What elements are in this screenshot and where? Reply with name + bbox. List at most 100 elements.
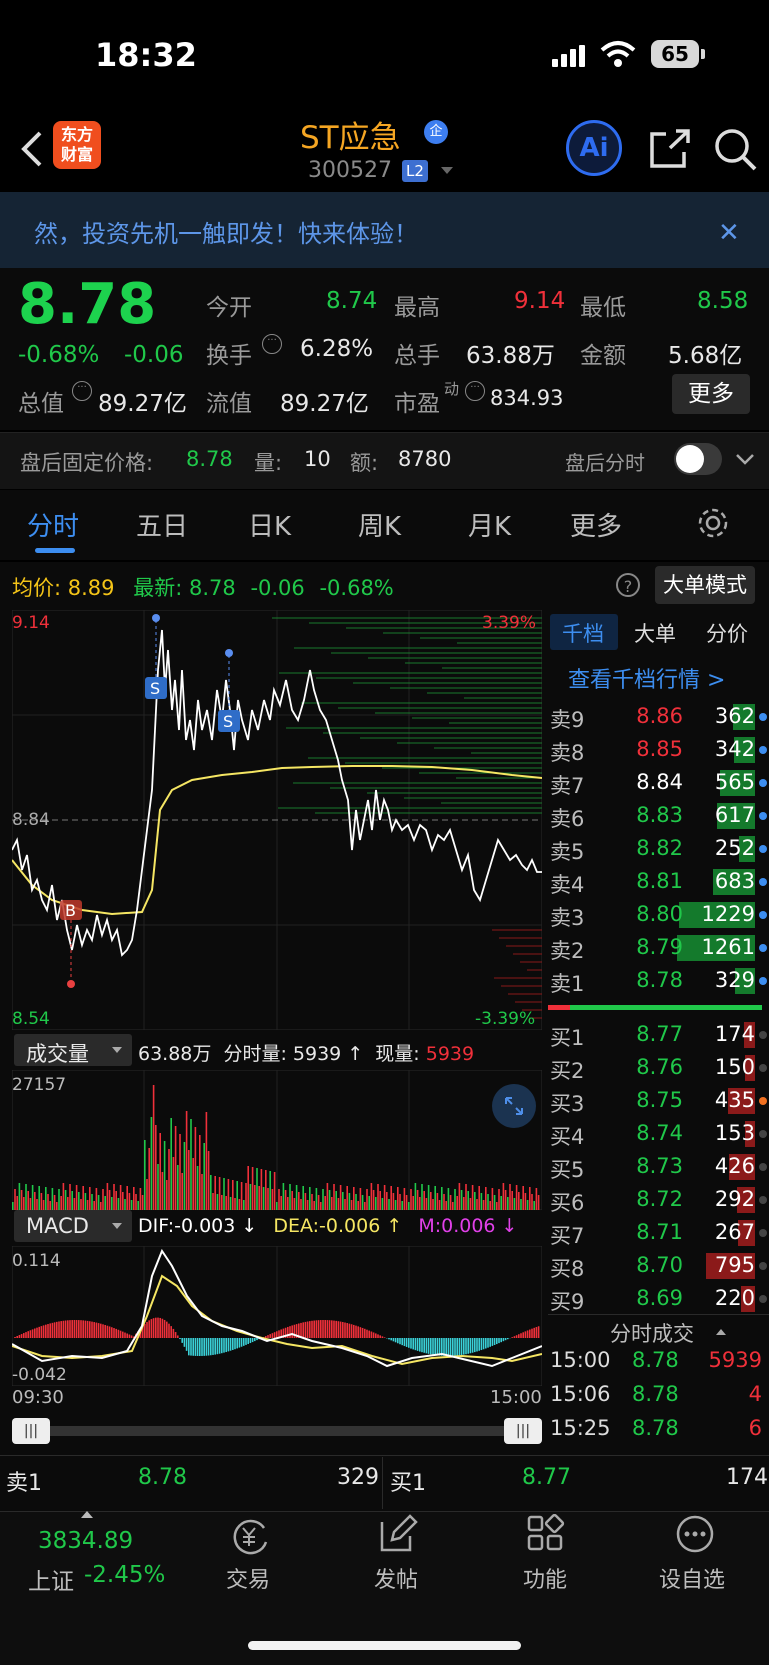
ask-row[interactable]: 卖9 8.86 362: [548, 700, 769, 733]
bid-row[interactable]: 买9 8.69 220: [548, 1282, 769, 1315]
latest-chg-pct: -0.68%: [319, 576, 394, 600]
more-button[interactable]: 更多: [672, 374, 750, 414]
macd-bar: [311, 1320, 313, 1338]
macd-bar: [496, 1338, 498, 1345]
macd-bar: [163, 1319, 166, 1338]
volume-bar: [60, 1196, 62, 1210]
macd-bar: [203, 1338, 205, 1356]
bid-row[interactable]: 买7 8.71 267: [548, 1216, 769, 1249]
bid-row[interactable]: 买4 8.74 153: [548, 1117, 769, 1150]
macd-chart[interactable]: 0.114 -0.042: [12, 1246, 542, 1386]
volume-bar: [183, 1142, 186, 1210]
volume-bar: [311, 1194, 313, 1210]
tab-price-distribution[interactable]: 分价: [706, 618, 748, 648]
macd-bar: [34, 1328, 36, 1338]
range-handle-left[interactable]: |||: [12, 1418, 50, 1444]
help-icon[interactable]: ?: [616, 573, 640, 597]
volume-bar: [313, 1201, 315, 1210]
tab-monthly-k[interactable]: 月K: [468, 506, 511, 543]
nav-trade[interactable]: 交易: [198, 1562, 298, 1594]
tab-big-orders[interactable]: 大单: [634, 618, 676, 648]
level-qty: 292: [714, 1187, 755, 1211]
tick-volume: 6: [748, 1416, 762, 1440]
info-icon[interactable]: ···: [465, 381, 485, 401]
nav-post[interactable]: 发帖: [346, 1562, 446, 1594]
ask-row[interactable]: 卖2 8.79 1261: [548, 931, 769, 964]
time-axis-start: 09:30: [12, 1387, 64, 1408]
volume-bar: [53, 1195, 56, 1210]
settings-gear-icon[interactable]: [696, 506, 730, 540]
ask-row[interactable]: 卖3 8.80 1229: [548, 898, 769, 931]
volume-chart[interactable]: 27157: [12, 1070, 542, 1210]
functions-grid-icon[interactable]: [526, 1514, 566, 1554]
bid-row[interactable]: 买5 8.73 426: [548, 1150, 769, 1183]
level-qty: 329: [714, 968, 755, 992]
macd-bar: [157, 1317, 159, 1338]
bid-row[interactable]: 买6 8.72 292: [548, 1183, 769, 1216]
volume-bar: [227, 1179, 230, 1210]
volume-bar: [342, 1192, 344, 1210]
back-arrow-icon[interactable]: [18, 130, 44, 168]
divider: [382, 1457, 383, 1509]
volume-bar: [45, 1187, 47, 1210]
index-name[interactable]: 上证: [28, 1562, 74, 1596]
macd-bar: [177, 1335, 179, 1338]
volume-bar: [106, 1183, 109, 1210]
nav-functions[interactable]: 功能: [495, 1562, 595, 1594]
range-handle-right[interactable]: |||: [504, 1418, 542, 1444]
ai-assistant-button[interactable]: Ai: [566, 120, 622, 176]
ask-row[interactable]: 卖7 8.84 565: [548, 766, 769, 799]
volume-bar: [20, 1190, 23, 1210]
price-chart[interactable]: B S S 9.14 8.84 8.54 3.39% -3.39%: [12, 610, 542, 1030]
info-icon[interactable]: ···: [72, 381, 92, 401]
macd-bar: [511, 1337, 513, 1338]
tab-daily-k[interactable]: 日K: [248, 506, 291, 543]
info-icon[interactable]: ···: [262, 334, 282, 354]
volume-bar: [177, 1165, 179, 1210]
macd-bar: [174, 1332, 177, 1338]
ask-row[interactable]: 卖8 8.85 342: [548, 733, 769, 766]
range-scrubber-track[interactable]: [24, 1426, 534, 1436]
macd-bar: [438, 1338, 441, 1356]
compose-post-icon[interactable]: [378, 1514, 418, 1554]
volume-bar: [520, 1199, 522, 1210]
volume-bar: [471, 1185, 474, 1210]
trade-yen-icon[interactable]: [228, 1516, 272, 1556]
app-logo[interactable]: 东方 财富: [53, 121, 101, 169]
volume-bar: [102, 1189, 104, 1210]
bid-row[interactable]: 买2 8.76 150: [548, 1051, 769, 1084]
change-amount: -0.06: [124, 342, 184, 368]
chevron-down-icon[interactable]: [735, 452, 755, 466]
tab-intraday[interactable]: 分时: [27, 506, 79, 543]
index-change[interactable]: -2.45%: [84, 1562, 165, 1588]
ticks-title[interactable]: 分时成交: [610, 1318, 694, 1348]
search-icon[interactable]: [714, 128, 758, 172]
index-value[interactable]: 3834.89: [38, 1528, 133, 1554]
macd-bar: [119, 1330, 122, 1338]
tab-five-day[interactable]: 五日: [136, 506, 188, 543]
macd-bar: [377, 1334, 379, 1338]
bid-row[interactable]: 买8 8.70 795: [548, 1249, 769, 1282]
share-icon[interactable]: [648, 128, 692, 170]
macd-bar: [100, 1323, 102, 1338]
close-icon[interactable]: ✕: [718, 218, 740, 248]
view-depth-link[interactable]: 查看千档行情 >: [568, 662, 725, 694]
tab-weekly-k[interactable]: 周K: [358, 506, 401, 543]
price-axis-mid: 8.84: [12, 810, 50, 830]
ask-row[interactable]: 卖5 8.82 252: [548, 832, 769, 865]
macd-bar: [485, 1338, 487, 1349]
bid-row[interactable]: 买1 8.77 174: [548, 1018, 769, 1051]
tick-time: 15:00: [550, 1348, 611, 1372]
chevron-down-icon[interactable]: [441, 167, 453, 174]
macd-bar: [335, 1320, 337, 1338]
ask-row[interactable]: 卖1 8.78 329: [548, 964, 769, 997]
tab-depth[interactable]: 千档: [562, 618, 604, 648]
tab-more[interactable]: 更多: [570, 506, 622, 543]
big-order-mode-button[interactable]: 大单模式: [655, 566, 755, 604]
bid-row[interactable]: 买3 8.75 435: [548, 1084, 769, 1117]
ask-row[interactable]: 卖4 8.81 683: [548, 865, 769, 898]
nav-add-watchlist[interactable]: 设自选: [642, 1562, 742, 1594]
ask-row[interactable]: 卖6 8.83 617: [548, 799, 769, 832]
stock-name[interactable]: ST应急: [300, 112, 401, 157]
more-dots-icon[interactable]: [675, 1514, 715, 1554]
